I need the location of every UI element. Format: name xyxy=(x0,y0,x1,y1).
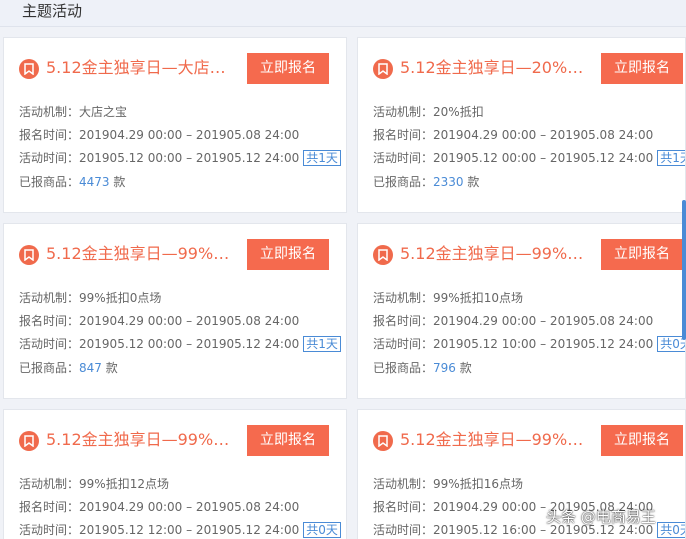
mechanism-row: 活动机制：大店之宝 xyxy=(19,105,128,119)
activity-card: 5.12金主独享日—99%抵… 立即报名 活动机制：99%抵扣10点场 报名时间… xyxy=(357,223,686,399)
activity-card: 5.12金主独享日—大店之宝 立即报名 活动机制：大店之宝 报名时间：20190… xyxy=(3,37,347,213)
registered-row: 已报商品：847 款 xyxy=(19,361,118,375)
days-badge: 共1天 xyxy=(303,150,341,166)
bookmark-icon xyxy=(19,59,39,79)
scrollbar[interactable] xyxy=(682,200,686,340)
bookmark-icon xyxy=(19,245,39,265)
bookmark-icon xyxy=(373,431,393,451)
signup-button[interactable]: 立即报名 xyxy=(601,239,683,270)
days-badge: 共0天 xyxy=(303,522,341,538)
card-title: 5.12金主独享日—99%抵… xyxy=(46,244,241,263)
registered-row: 已报商品：4473 款 xyxy=(19,175,126,189)
card-title: 5.12金主独享日—20%抵扣 xyxy=(400,58,595,77)
registered-count[interactable]: 847 xyxy=(79,361,102,375)
mechanism-row: 活动机制：99%抵扣12点场 xyxy=(19,477,169,491)
activity-time-row: 活动时间：201905.12 00:00 – 201905.12 24:00 共1… xyxy=(19,150,341,166)
mechanism-row: 活动机制：99%抵扣10点场 xyxy=(373,291,523,305)
signup-button[interactable]: 立即报名 xyxy=(601,425,683,456)
signup-time-row: 报名时间：201904.29 00:00 – 201905.08 24:00 xyxy=(19,314,300,328)
signup-time-row: 报名时间：201904.29 00:00 – 201905.08 24:00 xyxy=(373,128,654,142)
signup-button[interactable]: 立即报名 xyxy=(247,53,329,84)
signup-time-row: 报名时间：201904.29 00:00 – 201905.08 24:00 xyxy=(19,500,300,514)
activity-time-row: 活动时间：201905.12 10:00 – 201905.12 24:00 共0… xyxy=(373,336,685,352)
bookmark-icon xyxy=(19,431,39,451)
mechanism-row: 活动机制：20%抵扣 xyxy=(373,105,484,119)
activity-time-row: 活动时间：201905.12 00:00 – 201905.12 24:00 共1… xyxy=(19,336,341,352)
activity-time-row: 活动时间：201905.12 12:00 – 201905.12 24:00 共0… xyxy=(19,522,341,538)
activity-card: 5.12金主独享日—20%抵扣 立即报名 活动机制：20%抵扣 报名时间：201… xyxy=(357,37,686,213)
section-header: 主题活动 xyxy=(0,0,686,27)
days-badge: 共1天 xyxy=(657,150,685,166)
registered-count[interactable]: 4473 xyxy=(79,175,110,189)
card-title: 5.12金主独享日—99%抵… xyxy=(400,244,595,263)
days-badge: 共1天 xyxy=(303,336,341,352)
signup-time-row: 报名时间：201904.29 00:00 – 201905.08 24:00 xyxy=(373,314,654,328)
mechanism-row: 活动机制：99%抵扣16点场 xyxy=(373,477,523,491)
days-badge: 共0天 xyxy=(657,522,685,538)
registered-count[interactable]: 796 xyxy=(433,361,456,375)
registered-count[interactable]: 2330 xyxy=(433,175,464,189)
signup-button[interactable]: 立即报名 xyxy=(247,239,329,270)
card-title: 5.12金主独享日—大店之宝 xyxy=(46,58,241,77)
registered-row: 已报商品：796 款 xyxy=(373,361,472,375)
registered-row: 已报商品：2330 款 xyxy=(373,175,480,189)
bookmark-icon xyxy=(373,245,393,265)
activity-card: 5.12金主独享日—99%抵… 立即报名 活动机制：99%抵扣0点场 报名时间：… xyxy=(3,223,347,399)
bookmark-icon xyxy=(373,59,393,79)
mechanism-row: 活动机制：99%抵扣0点场 xyxy=(19,291,162,305)
card-title: 5.12金主独享日—99%抵… xyxy=(46,430,241,449)
signup-button[interactable]: 立即报名 xyxy=(601,53,683,84)
watermark: 头条 @电商易王 xyxy=(546,508,656,526)
activity-card: 5.12金主独享日—99%抵… 立即报名 活动机制：99%抵扣12点场 报名时间… xyxy=(3,409,347,539)
section-title: 主题活动 xyxy=(22,2,83,20)
activity-time-row: 活动时间：201905.12 00:00 – 201905.12 24:00 共1… xyxy=(373,150,685,166)
signup-time-row: 报名时间：201904.29 00:00 – 201905.08 24:00 xyxy=(19,128,300,142)
signup-button[interactable]: 立即报名 xyxy=(247,425,329,456)
card-title: 5.12金主独享日—99%抵… xyxy=(400,430,595,449)
